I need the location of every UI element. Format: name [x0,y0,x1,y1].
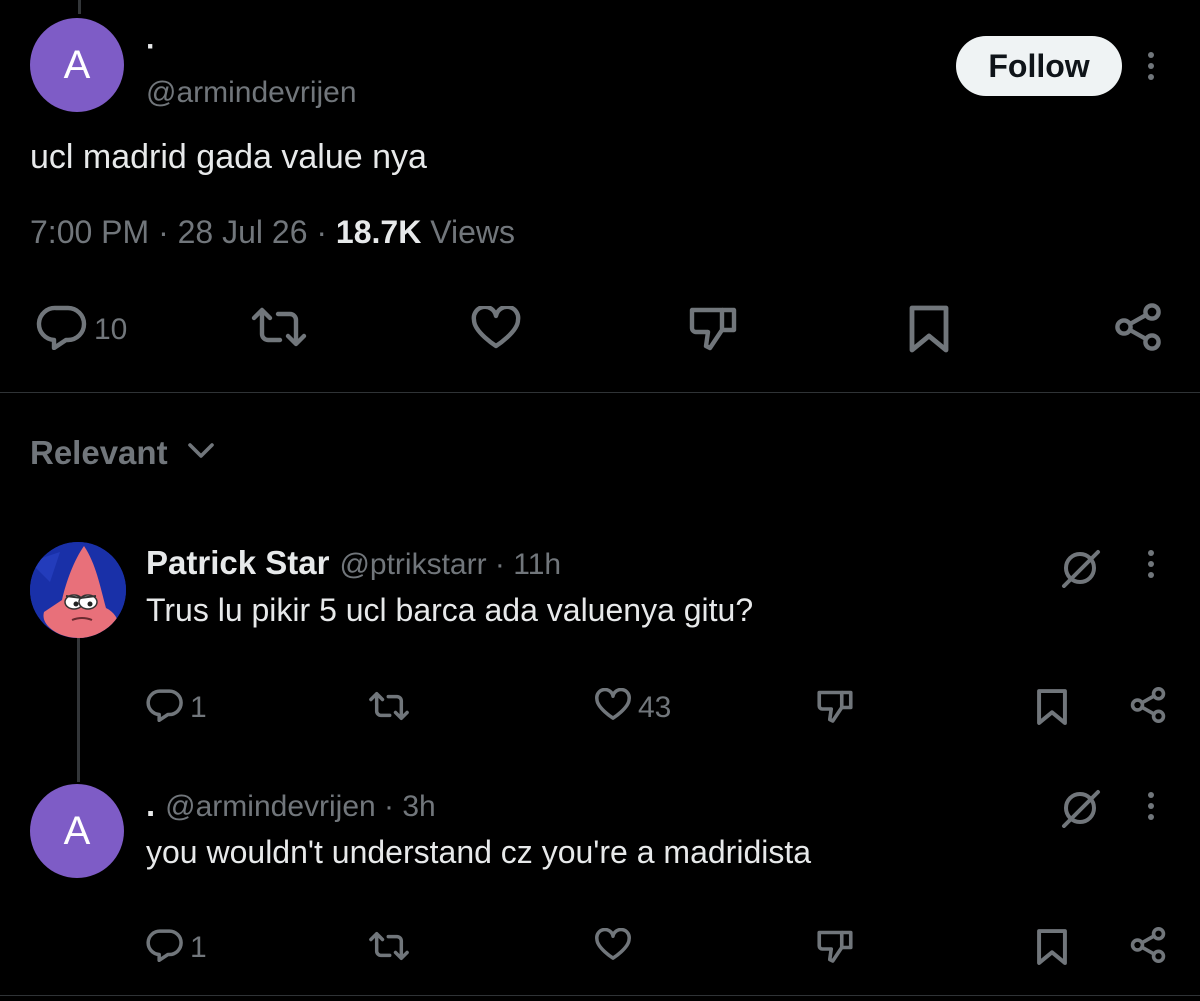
bookmark-button[interactable] [1036,688,1068,731]
divider [0,392,1200,393]
downvote-button[interactable] [816,928,854,969]
reply-text: Trus lu pikir 5 ucl barca ada valuenya g… [146,592,754,628]
repost-button[interactable] [368,690,410,727]
share-icon [1114,302,1162,357]
grok-button[interactable] [1060,786,1102,833]
chevron-down-icon [186,441,216,466]
repost-icon [368,690,410,727]
share-icon [1130,686,1166,729]
display-name[interactable]: · [146,30,156,64]
grok-button[interactable] [1060,546,1102,593]
handle[interactable]: @ptrikstarr [339,548,486,582]
grok-icon [1060,786,1102,833]
display-name[interactable]: . [146,786,155,824]
thumbs-down-icon [816,928,854,969]
reply-age[interactable]: 3h [402,790,435,824]
thread-line-top [78,0,81,14]
reply-count: 1 [190,690,207,724]
bookmark-icon [908,304,950,359]
views-count[interactable]: 18.7K [336,214,421,250]
reply-icon [146,688,184,727]
reply-header: . @armindevrijen · 3h [146,786,436,824]
post-meta: 7:00 PM · 28 Jul 26 · 18.7K Views [30,214,515,251]
like-button[interactable] [594,927,632,967]
reply-age[interactable]: 11h [513,548,561,582]
avatar[interactable]: A [30,784,124,878]
share-button[interactable] [1114,302,1162,357]
repost-icon [250,306,308,353]
bookmark-button[interactable] [1036,928,1068,971]
handle[interactable]: @armindevrijen [146,76,357,110]
sort-dropdown[interactable]: Relevant [30,434,216,472]
separator: · [375,790,403,823]
repost-button[interactable] [250,306,308,353]
reply-text: you wouldn't understand cz you're a madr… [146,834,812,870]
post-text: ucl madrid gada value nya [30,138,427,176]
like-count: 43 [638,690,672,724]
reply-icon [146,928,184,967]
reply-button[interactable]: 10 [36,304,127,355]
downvote-button[interactable] [688,304,738,357]
avatar-letter: A [63,42,91,87]
follow-button[interactable]: Follow [956,36,1122,96]
more-options-icon[interactable] [1148,52,1156,85]
reply-count: 10 [94,312,128,346]
handle[interactable]: @armindevrijen [165,790,376,824]
share-icon [1130,926,1166,969]
separator: · [486,548,514,581]
grok-icon [1060,546,1102,593]
reply-button[interactable]: 1 [146,688,207,727]
share-button[interactable] [1130,686,1166,729]
like-button[interactable]: 43 [594,687,672,727]
bookmark-icon [1036,928,1068,971]
reply-button[interactable]: 1 [146,928,207,967]
reply-count: 1 [190,930,207,964]
bookmark-icon [1036,688,1068,731]
views-label: Views [430,214,515,250]
repost-button[interactable] [368,930,410,967]
thumbs-down-icon [816,688,854,729]
post-date[interactable]: 28 Jul 26 [178,214,308,250]
heart-icon [594,687,632,727]
separator: · [316,214,336,250]
downvote-button[interactable] [816,688,854,729]
heart-icon [470,304,522,355]
divider [0,995,1200,996]
reply-header: Patrick Star @ptrikstarr · 11h [146,544,561,582]
thumbs-down-icon [688,304,738,357]
avatar[interactable] [30,542,126,638]
thread-connector [77,636,80,782]
heart-icon [594,927,632,967]
separator: · [158,214,178,250]
avatar[interactable]: A [30,18,124,112]
bookmark-button[interactable] [908,304,950,359]
more-options-icon[interactable] [1148,792,1156,825]
display-name[interactable]: Patrick Star [146,544,329,582]
post-time[interactable]: 7:00 PM [30,214,149,250]
avatar-letter: A [63,808,91,853]
more-options-icon[interactable] [1148,550,1156,583]
sort-label: Relevant [30,434,168,471]
reply-icon [36,304,88,355]
repost-icon [368,930,410,967]
like-button[interactable] [470,304,522,355]
share-button[interactable] [1130,926,1166,969]
